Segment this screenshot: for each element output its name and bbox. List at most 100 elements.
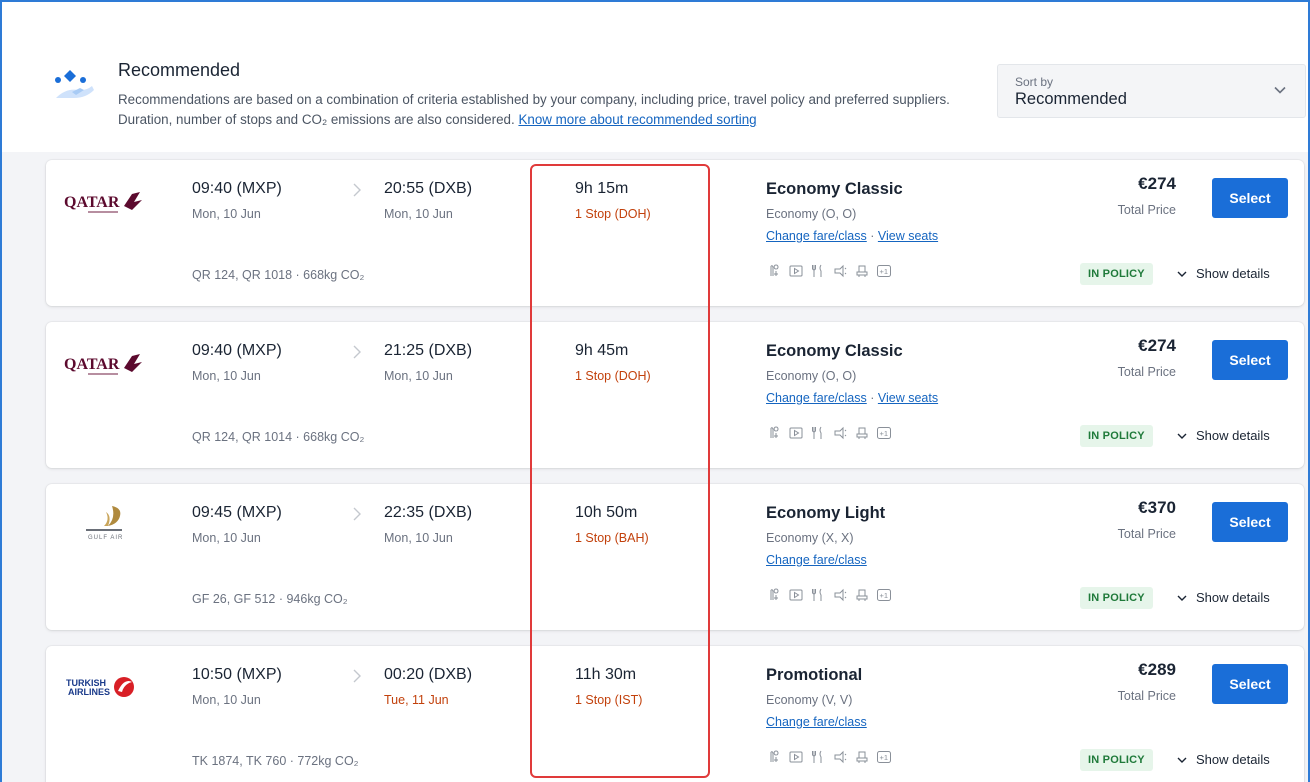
trip-duration: 9h 45m — [575, 342, 629, 359]
sort-dropdown[interactable]: Sort by Recommended — [997, 64, 1306, 118]
seat-icon — [854, 749, 870, 765]
chevron-down-icon — [1177, 433, 1187, 439]
entertainment-icon — [788, 263, 804, 279]
price-label: Total Price — [1117, 203, 1176, 217]
svg-text:QATAR: QATAR — [64, 356, 120, 373]
fare-links: Change fare/class — [766, 553, 867, 567]
amenities: +1 — [766, 586, 892, 604]
arrival-date: Mon, 10 Jun — [384, 207, 453, 221]
price-label: Total Price — [1117, 527, 1176, 541]
chevron-right-icon — [353, 507, 361, 521]
turkish-airlines-logo: TURKISH AIRLINES — [66, 677, 134, 697]
sparkle-hand-icon — [55, 70, 94, 98]
seat-icon — [854, 425, 870, 441]
stops-info: 1 Stop (DOH) — [575, 207, 651, 221]
policy-badge: IN POLICY — [1080, 587, 1153, 609]
change-fare-link[interactable]: Change fare/class — [766, 553, 867, 567]
power-icon — [832, 263, 848, 279]
svg-text:+1: +1 — [880, 429, 889, 438]
arrival-time: 22:35 (DXB) — [384, 504, 473, 521]
flight-result-card: GULF AIR 09:45 (MXP) Mon, 10 Jun 22:35 (… — [46, 484, 1304, 630]
show-details-toggle[interactable]: Show details — [1176, 266, 1270, 281]
baggage-icon — [766, 749, 782, 765]
change-fare-link[interactable]: Change fare/class — [766, 391, 867, 405]
price-label: Total Price — [1117, 365, 1176, 379]
chevron-right-icon — [353, 669, 361, 683]
svg-text:QATAR: QATAR — [64, 194, 120, 211]
show-details-label: Show details — [1196, 266, 1270, 281]
meal-icon — [810, 263, 826, 279]
fare-links: Change fare/class · View seats — [766, 391, 939, 405]
change-fare-link[interactable]: Change fare/class — [766, 229, 867, 243]
amenities: +1 — [766, 262, 892, 280]
select-button[interactable]: Select — [1212, 340, 1288, 380]
show-details-label: Show details — [1196, 590, 1270, 605]
more-amenities-icon[interactable]: +1 — [876, 263, 892, 279]
select-button[interactable]: Select — [1212, 178, 1288, 218]
qatar-airways-logo: QATAR — [64, 192, 142, 213]
flight-result-card: QATAR 09:40 (MXP) Mon, 10 Jun 21:25 (DXB… — [46, 322, 1304, 468]
departure-date: Mon, 10 Jun — [192, 693, 261, 707]
seat-icon — [854, 263, 870, 279]
fare-name: Economy Classic — [766, 342, 903, 360]
arrival-time: 20:55 (DXB) — [384, 180, 473, 197]
meal-icon — [810, 425, 826, 441]
fare-name: Economy Classic — [766, 180, 903, 198]
entertainment-icon — [788, 425, 804, 441]
show-details-toggle[interactable]: Show details — [1176, 590, 1270, 605]
trip-duration: 10h 50m — [575, 504, 638, 521]
arrival-date: Mon, 10 Jun — [384, 369, 453, 383]
departure-time: 10:50 (MXP) — [192, 666, 282, 683]
fare-class: Economy (X, X) — [766, 531, 854, 545]
select-button[interactable]: Select — [1212, 502, 1288, 542]
more-amenities-icon[interactable]: +1 — [876, 587, 892, 603]
departure-time: 09:40 (MXP) — [192, 180, 282, 197]
price: €274 — [1138, 336, 1176, 355]
sort-label: Sort by — [1015, 75, 1054, 89]
page-title: Recommended — [118, 60, 241, 80]
meal-icon — [810, 749, 826, 765]
policy-badge: IN POLICY — [1080, 263, 1153, 285]
stops-info: 1 Stop (BAH) — [575, 531, 649, 545]
show-details-toggle[interactable]: Show details — [1176, 752, 1270, 767]
policy-badge: IN POLICY — [1080, 425, 1153, 447]
svg-text:+1: +1 — [880, 753, 889, 762]
price: €274 — [1138, 174, 1176, 193]
view-seats-link[interactable]: View seats — [878, 229, 938, 243]
chevron-right-icon — [353, 183, 361, 197]
view-seats-link[interactable]: View seats — [878, 391, 938, 405]
price-label: Total Price — [1117, 689, 1176, 703]
more-amenities-icon[interactable]: +1 — [876, 425, 892, 441]
chevron-down-icon — [1177, 271, 1187, 277]
know-more-link[interactable]: Know more about recommended sorting — [518, 112, 756, 127]
flight-numbers: GF 26, GF 512 · 946kg CO₂ — [192, 592, 348, 606]
departure-date: Mon, 10 Jun — [192, 531, 261, 545]
flight-result-card: TURKISH AIRLINES 10:50 (MXP) Mon, 10 Jun… — [46, 646, 1304, 782]
sort-value: Recommended — [1015, 90, 1127, 108]
power-icon — [832, 749, 848, 765]
arrival-time: 00:20 (DXB) — [384, 666, 473, 683]
more-amenities-icon[interactable]: +1 — [876, 749, 892, 765]
show-details-toggle[interactable]: Show details — [1176, 428, 1270, 443]
amenities: +1 — [766, 424, 892, 442]
fare-name: Economy Light — [766, 504, 886, 522]
chevron-down-icon — [1177, 595, 1187, 601]
show-details-label: Show details — [1196, 428, 1270, 443]
flight-numbers: TK 1874, TK 760 · 772kg CO₂ — [192, 754, 359, 768]
arrival-time: 21:25 (DXB) — [384, 342, 473, 359]
svg-text:GULF AIR: GULF AIR — [88, 535, 123, 541]
baggage-icon — [766, 587, 782, 603]
amenities: +1 — [766, 748, 892, 766]
qatar-airways-logo: QATAR — [64, 354, 142, 375]
svg-text:+1: +1 — [880, 267, 889, 276]
entertainment-icon — [788, 749, 804, 765]
fare-class: Economy (O, O) — [766, 207, 857, 221]
change-fare-link[interactable]: Change fare/class — [766, 715, 867, 729]
flight-numbers: QR 124, QR 1014 · 668kg CO₂ — [192, 430, 365, 444]
power-icon — [832, 587, 848, 603]
flight-result-card: QATAR 09:40 (MXP) Mon, 10 Jun 20:55 (DXB… — [46, 160, 1304, 306]
fare-links: Change fare/class — [766, 715, 867, 729]
select-button[interactable]: Select — [1212, 664, 1288, 704]
flight-numbers: QR 124, QR 1018 · 668kg CO₂ — [192, 268, 365, 282]
svg-text:+1: +1 — [880, 591, 889, 600]
